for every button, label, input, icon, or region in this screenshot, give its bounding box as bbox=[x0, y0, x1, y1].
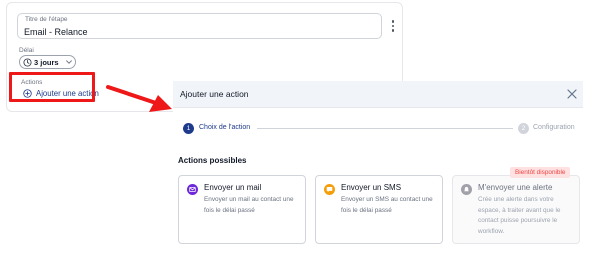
actions-label: Actions bbox=[21, 79, 43, 86]
option-description: Envoyer un mail au contact une fois le d… bbox=[204, 196, 294, 214]
option-send-sms[interactable]: Envoyer un SMS Envoyer un SMS au contact… bbox=[315, 175, 443, 244]
option-title: Envoyer un SMS bbox=[341, 183, 402, 192]
step-title-field[interactable]: Titre de l'étape bbox=[17, 13, 382, 39]
option-send-alert: M'envoyer une alerte Crée une alerte dan… bbox=[452, 175, 580, 244]
clock-icon bbox=[23, 57, 32, 67]
alert-icon bbox=[461, 184, 472, 195]
add-action-button[interactable]: Ajouter une action bbox=[23, 89, 99, 98]
step-1-indicator: 1 bbox=[183, 123, 194, 134]
step-1-label: Choix de l'action bbox=[199, 124, 251, 131]
mail-icon bbox=[187, 184, 198, 195]
option-description: Envoyer un SMS au contact une fois le dé… bbox=[341, 196, 433, 214]
delay-value: 3 jours bbox=[34, 57, 59, 67]
stepper: 1 Choix de l'action 2 Configuration bbox=[173, 121, 583, 137]
stepper-line bbox=[257, 128, 513, 129]
plus-circle-icon bbox=[23, 89, 32, 98]
sms-icon bbox=[324, 184, 335, 195]
section-title: Actions possibles bbox=[178, 156, 247, 165]
chevron-down-icon bbox=[65, 60, 72, 64]
more-options-icon[interactable] bbox=[387, 17, 399, 35]
close-icon[interactable] bbox=[565, 87, 579, 101]
step-2-indicator: 2 bbox=[518, 123, 529, 134]
step-title-input[interactable] bbox=[24, 25, 354, 38]
step-2-label: Configuration bbox=[533, 124, 575, 131]
delay-select[interactable]: 3 jours bbox=[19, 55, 76, 69]
option-title: Envoyer un mail bbox=[204, 183, 262, 192]
option-description: Crée une alerte dans votre espace, à tra… bbox=[478, 196, 561, 235]
option-send-email[interactable]: Envoyer un mail Envoyer un mail au conta… bbox=[178, 175, 306, 244]
step-title-label: Titre de l'étape bbox=[25, 16, 68, 23]
add-action-modal: Ajouter une action 1 Choix de l'action 2… bbox=[173, 81, 583, 260]
option-title: M'envoyer une alerte bbox=[478, 183, 553, 192]
add-action-label: Ajouter une action bbox=[36, 89, 99, 98]
coming-soon-badge: Bientôt disponible bbox=[510, 167, 571, 178]
delay-label: Délai bbox=[19, 47, 34, 54]
modal-header: Ajouter une action bbox=[173, 81, 583, 108]
modal-title: Ajouter une action bbox=[180, 89, 249, 99]
